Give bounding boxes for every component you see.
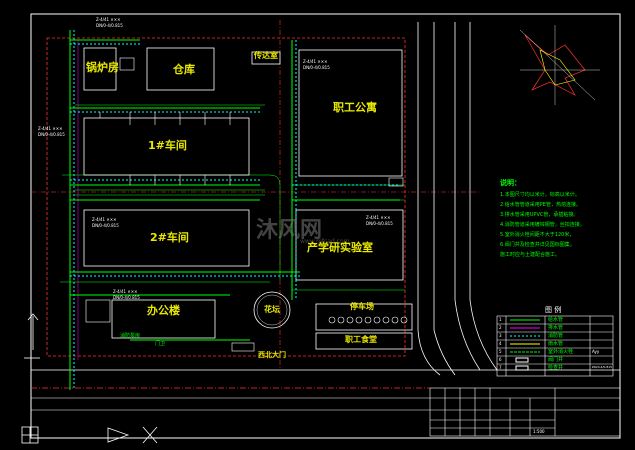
legend-row-num: 3 — [499, 333, 502, 338]
north-arrow-windrose — [519, 25, 600, 105]
legend-row-desc: 给水管 — [548, 317, 564, 323]
pipe-label: Z-4/41 ✕✕✕ — [303, 59, 328, 64]
label-guard: 门卫 — [155, 341, 166, 347]
pipe-label: DN/0-4/0.815 — [38, 132, 65, 137]
road-east-1 — [417, 22, 441, 376]
label-boiler: 锅炉房 — [86, 61, 119, 74]
legend-row-desc: 雨水管 — [548, 341, 564, 347]
pipe-label: DN/0-4/0.815 — [92, 223, 119, 228]
label-office: 办公楼 — [147, 304, 180, 317]
label-fountain: 花坛 — [264, 305, 280, 314]
pipe-label: Z-4/41 ✕✕✕ — [96, 17, 121, 22]
pipe-label: DN/0-4/0.815 — [96, 23, 123, 28]
pipe-label: Z-4/41 ✕✕✕ — [92, 217, 117, 222]
label-pump-room: 消防泵房 — [120, 333, 141, 339]
label-gatehouse: 传达室 — [254, 51, 278, 60]
label-gate: 西北大门 — [258, 351, 286, 359]
legend-row-desc: 阀门井 — [548, 357, 564, 363]
watermark-url: www.mfcad.com — [300, 238, 350, 245]
legend-row-num: 7 — [499, 365, 502, 370]
label-canteen: 职工食堂 — [345, 335, 377, 344]
legend-extra: Ayy — [592, 349, 600, 354]
pipe-label: Z-4/41 ✕✕✕ — [366, 215, 391, 220]
pipe-label: DN/0-4/0.815 — [366, 221, 393, 226]
title-block — [429, 387, 621, 437]
pipe-label: DN/0-4/0.815 — [303, 65, 330, 70]
design-notes: 说明： 1.本图尺寸均以米计，标高以米计。 2.给水管管道采用PE管，热熔连接。… — [500, 180, 585, 263]
legend-title: 图 例 — [545, 306, 562, 314]
legend-row-desc: 排水管 — [548, 325, 564, 331]
legend-row-desc: 消防管 — [548, 333, 564, 339]
legend-row-num: 1 — [499, 317, 502, 322]
legend-extra: DN/0-4/0.815 — [592, 365, 613, 369]
legend-row-num: 5 — [499, 349, 502, 354]
pipe-label: Z-4/41 ✕✕✕ — [113, 289, 138, 294]
parking-stalls — [328, 316, 408, 324]
notes-line: 施工时应与土建配合施工。 — [500, 252, 561, 258]
notes-heading: 说明： — [500, 179, 521, 187]
label-staff-apartment: 职工公寓 — [333, 101, 377, 114]
legend-row-num: 4 — [499, 341, 502, 346]
label-warehouse: 仓库 — [173, 63, 195, 76]
legend-row-num: 2 — [499, 325, 502, 330]
legend-row-desc: 室外消火栓 — [548, 349, 574, 355]
title-block-scale: 1:500 — [533, 429, 545, 434]
label-parking: 停车场 — [350, 302, 374, 311]
label-workshop2: 2#车间 — [150, 231, 189, 244]
road-east-2 — [433, 22, 456, 376]
label-workshop1: 1#车间 — [148, 139, 187, 152]
pipe-label: DN/0-4/0.815 — [113, 295, 140, 300]
pipe-label: Z-4/41 ✕✕✕ — [38, 126, 63, 131]
legend-row-num: 6 — [499, 357, 502, 362]
legend-row-desc: 检查井 — [548, 365, 564, 371]
